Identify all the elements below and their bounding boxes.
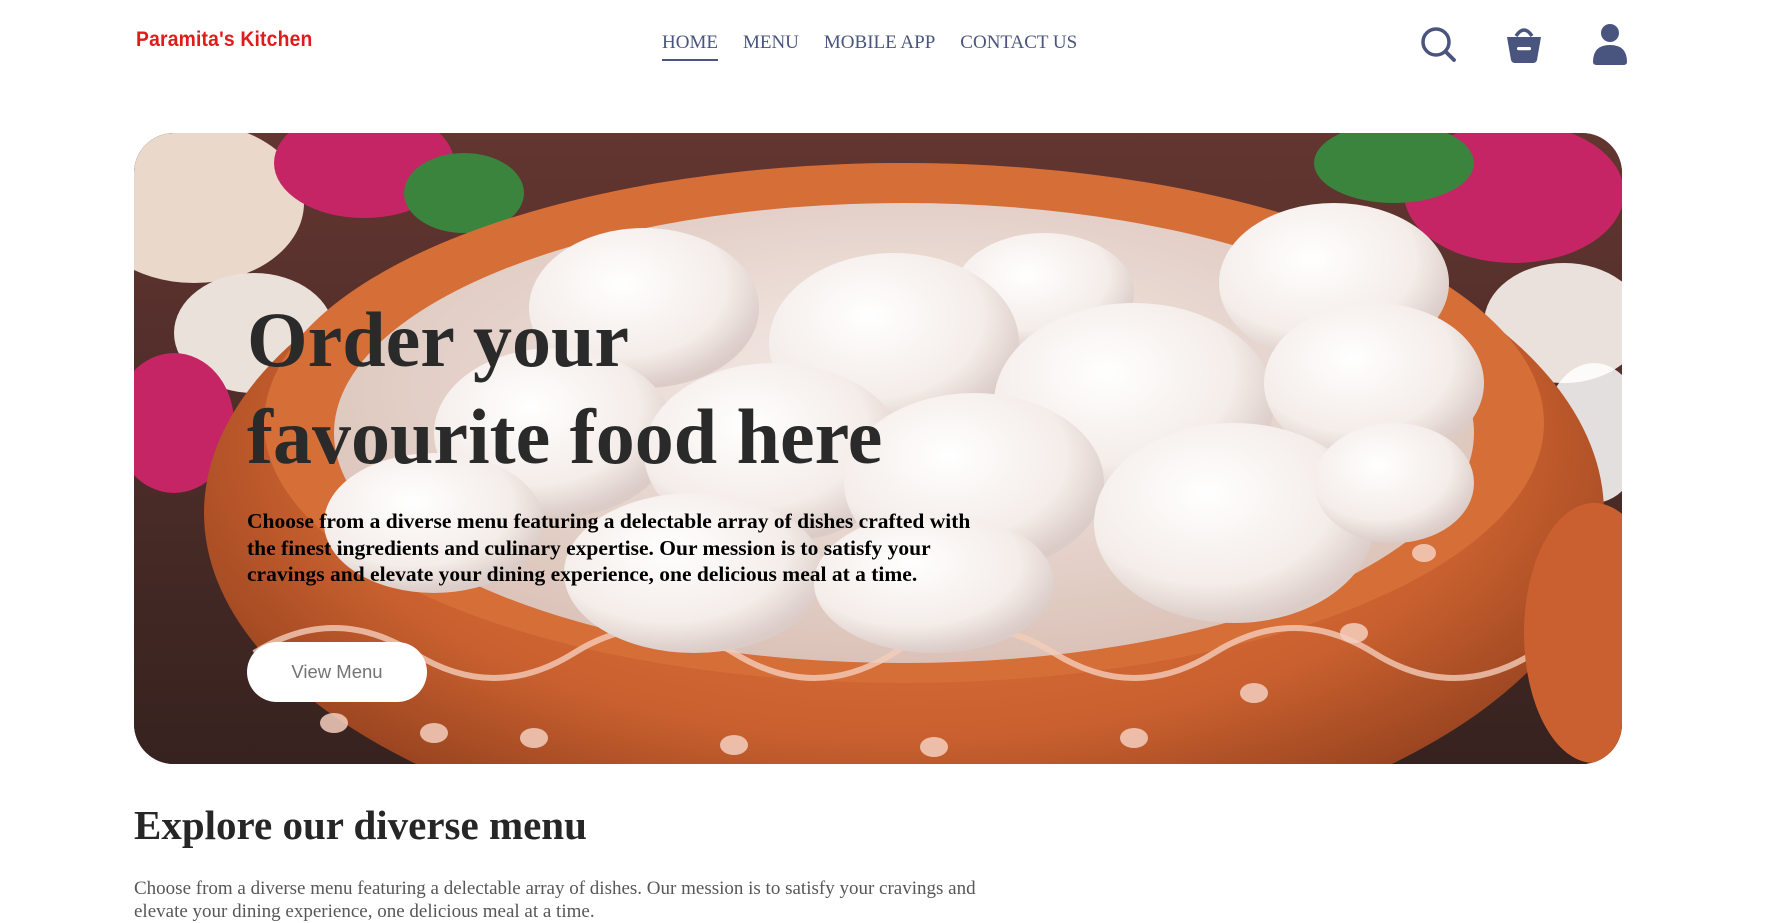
nav-home[interactable]: HOME xyxy=(662,32,718,61)
search-icon[interactable] xyxy=(1419,22,1459,66)
hero-title-line2: favourite food here xyxy=(247,393,883,480)
hero-banner: Order your favourite food here Choose fro… xyxy=(134,133,1622,764)
explore-title: Explore our diverse menu xyxy=(134,802,587,848)
nav-contact-us[interactable]: CONTACT US xyxy=(960,32,1077,61)
basket-icon[interactable] xyxy=(1504,22,1544,66)
hero-title-line1: Order your xyxy=(247,296,630,383)
main-nav: HOME MENU MOBILE APP CONTACT US xyxy=(662,32,1077,61)
profile-icon[interactable] xyxy=(1590,22,1630,66)
nav-mobile-app[interactable]: MOBILE APP xyxy=(824,32,935,61)
explore-description: Choose from a diverse menu featuring a d… xyxy=(134,878,976,922)
hero-description: Choose from a diverse menu featuring a d… xyxy=(247,509,971,586)
hero-title: Order your favourite food here xyxy=(247,291,1007,485)
view-menu-button[interactable]: View Menu xyxy=(247,642,427,702)
logo[interactable]: Paramita's Kitchen xyxy=(136,28,312,52)
site-header: Paramita's Kitchen HOME MENU MOBILE APP … xyxy=(0,0,1790,90)
nav-menu[interactable]: MENU xyxy=(743,32,799,61)
